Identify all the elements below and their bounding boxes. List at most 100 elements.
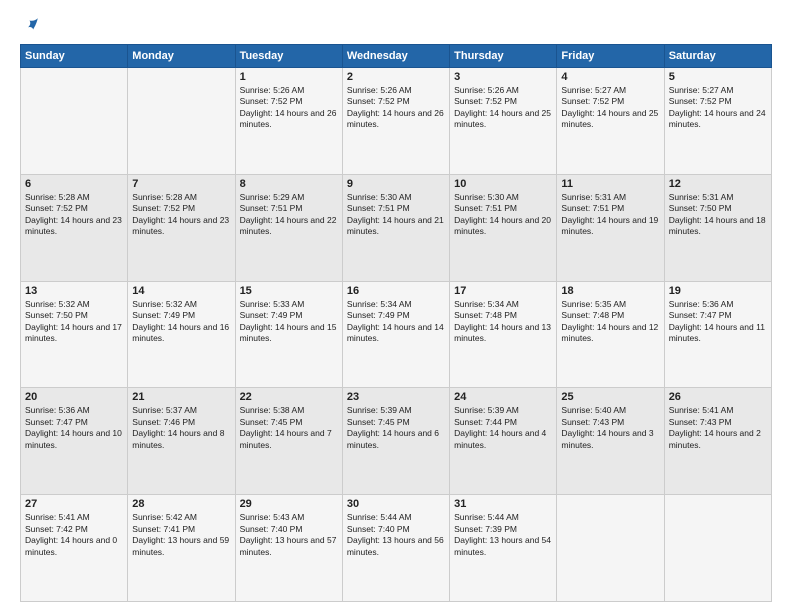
- calendar-cell: 20Sunrise: 5:36 AM Sunset: 7:47 PM Dayli…: [21, 388, 128, 495]
- calendar-cell: 3 Sunrise: 5:26 AM Sunset: 7:52 PM Daylig…: [450, 68, 557, 175]
- day-info: Sunrise: 5:34 AM Sunset: 7:48 PM Dayligh…: [454, 299, 552, 345]
- day-number: 30: [347, 498, 445, 510]
- day-info: Sunrise: 5:44 AM Sunset: 7:40 PM Dayligh…: [347, 512, 445, 558]
- calendar-cell: 21 Sunrise: 5:37 AM Sunset: 7:46 PM Dayli…: [128, 388, 235, 495]
- weekday-header-tuesday: Tuesday: [235, 45, 342, 68]
- day-number: 17: [454, 285, 552, 297]
- logo: [20, 16, 40, 34]
- day-number: 1: [240, 71, 338, 83]
- calendar-cell: 5 Sunrise: 5:27 AM Sunset: 7:52 PM Daylig…: [664, 68, 771, 175]
- day-info: Sunrise: 5:43 AM Sunset: 7:40 PM Dayligh…: [240, 512, 338, 558]
- weekday-header-saturday: Saturday: [664, 45, 771, 68]
- day-info: Sunrise: 5:40 AM Sunset: 7:43 PM Dayligh…: [561, 405, 659, 451]
- calendar-week-row: 1 Sunrise: 5:26 AM Sunset: 7:52 PM Daylig…: [21, 68, 772, 175]
- day-number: 9: [347, 178, 445, 190]
- calendar-cell: 2Sunrise: 5:26 AM Sunset: 7:52 PM Daylig…: [342, 68, 449, 175]
- weekday-header-monday: Monday: [128, 45, 235, 68]
- calendar-cell: 25 Sunrise: 5:40 AM Sunset: 7:43 PM Dayli…: [557, 388, 664, 495]
- day-info: Sunrise: 5:27 AM Sunset: 7:52 PM Dayligh…: [669, 85, 767, 131]
- weekday-header-sunday: Sunday: [21, 45, 128, 68]
- day-number: 29: [240, 498, 338, 510]
- day-info: Sunrise: 5:38 AM Sunset: 7:45 PM Dayligh…: [240, 405, 338, 451]
- calendar-cell: 26 Sunrise: 5:41 AM Sunset: 7:43 PM Dayli…: [664, 388, 771, 495]
- day-info: Sunrise: 5:33 AM Sunset: 7:49 PM Dayligh…: [240, 299, 338, 345]
- calendar-cell: 28Sunrise: 5:42 AM Sunset: 7:41 PM Dayli…: [128, 495, 235, 602]
- day-info: Sunrise: 5:26 AM Sunset: 7:52 PM Dayligh…: [347, 85, 445, 131]
- calendar-cell: 16 Sunrise: 5:34 AM Sunset: 7:49 PM Dayli…: [342, 281, 449, 388]
- day-number: 24: [454, 391, 552, 403]
- calendar-cell: 24 Sunrise: 5:39 AM Sunset: 7:44 PM Dayli…: [450, 388, 557, 495]
- day-number: 5: [669, 71, 767, 83]
- logo-bird-icon: [22, 16, 40, 34]
- calendar-cell: 7Sunrise: 5:28 AM Sunset: 7:52 PM Daylig…: [128, 174, 235, 281]
- calendar-table: SundayMondayTuesdayWednesdayThursdayFrid…: [20, 44, 772, 602]
- calendar-week-row: 27 Sunrise: 5:41 AM Sunset: 7:42 PM Dayli…: [21, 495, 772, 602]
- day-info: Sunrise: 5:44 AM Sunset: 7:39 PM Dayligh…: [454, 512, 552, 558]
- calendar-cell: 18Sunrise: 5:35 AM Sunset: 7:48 PM Dayli…: [557, 281, 664, 388]
- calendar-cell: 4Sunrise: 5:27 AM Sunset: 7:52 PM Daylig…: [557, 68, 664, 175]
- calendar-cell: [557, 495, 664, 602]
- calendar-week-row: 13 Sunrise: 5:32 AM Sunset: 7:50 PM Dayli…: [21, 281, 772, 388]
- day-info: Sunrise: 5:26 AM Sunset: 7:52 PM Dayligh…: [454, 85, 552, 131]
- day-number: 20: [25, 391, 123, 403]
- calendar-cell: 12 Sunrise: 5:31 AM Sunset: 7:50 PM Dayli…: [664, 174, 771, 281]
- calendar-week-row: 6 Sunrise: 5:28 AM Sunset: 7:52 PM Daylig…: [21, 174, 772, 281]
- day-number: 26: [669, 391, 767, 403]
- day-number: 12: [669, 178, 767, 190]
- calendar-cell: 17 Sunrise: 5:34 AM Sunset: 7:48 PM Dayli…: [450, 281, 557, 388]
- weekday-header-thursday: Thursday: [450, 45, 557, 68]
- calendar-cell: 23 Sunrise: 5:39 AM Sunset: 7:45 PM Dayli…: [342, 388, 449, 495]
- calendar-cell: 27 Sunrise: 5:41 AM Sunset: 7:42 PM Dayli…: [21, 495, 128, 602]
- day-info: Sunrise: 5:29 AM Sunset: 7:51 PM Dayligh…: [240, 192, 338, 238]
- day-number: 31: [454, 498, 552, 510]
- day-number: 21: [132, 391, 230, 403]
- calendar-cell: [664, 495, 771, 602]
- day-info: Sunrise: 5:28 AM Sunset: 7:52 PM Dayligh…: [25, 192, 123, 238]
- day-info: Sunrise: 5:31 AM Sunset: 7:50 PM Dayligh…: [669, 192, 767, 238]
- calendar-cell: 29 Sunrise: 5:43 AM Sunset: 7:40 PM Dayli…: [235, 495, 342, 602]
- day-info: Sunrise: 5:37 AM Sunset: 7:46 PM Dayligh…: [132, 405, 230, 451]
- day-number: 3: [454, 71, 552, 83]
- day-number: 27: [25, 498, 123, 510]
- day-info: Sunrise: 5:39 AM Sunset: 7:44 PM Dayligh…: [454, 405, 552, 451]
- calendar-cell: 15 Sunrise: 5:33 AM Sunset: 7:49 PM Dayli…: [235, 281, 342, 388]
- calendar-week-row: 20Sunrise: 5:36 AM Sunset: 7:47 PM Dayli…: [21, 388, 772, 495]
- day-info: Sunrise: 5:41 AM Sunset: 7:43 PM Dayligh…: [669, 405, 767, 451]
- day-number: 13: [25, 285, 123, 297]
- calendar-cell: 6 Sunrise: 5:28 AM Sunset: 7:52 PM Daylig…: [21, 174, 128, 281]
- day-info: Sunrise: 5:34 AM Sunset: 7:49 PM Dayligh…: [347, 299, 445, 345]
- day-info: Sunrise: 5:28 AM Sunset: 7:52 PM Dayligh…: [132, 192, 230, 238]
- calendar-cell: 22Sunrise: 5:38 AM Sunset: 7:45 PM Dayli…: [235, 388, 342, 495]
- day-info: Sunrise: 5:30 AM Sunset: 7:51 PM Dayligh…: [347, 192, 445, 238]
- calendar-cell: 13 Sunrise: 5:32 AM Sunset: 7:50 PM Dayli…: [21, 281, 128, 388]
- day-info: Sunrise: 5:36 AM Sunset: 7:47 PM Dayligh…: [669, 299, 767, 345]
- day-number: 4: [561, 71, 659, 83]
- weekday-header-friday: Friday: [557, 45, 664, 68]
- day-number: 8: [240, 178, 338, 190]
- calendar-cell: 31 Sunrise: 5:44 AM Sunset: 7:39 PM Dayli…: [450, 495, 557, 602]
- weekday-header-wednesday: Wednesday: [342, 45, 449, 68]
- calendar-cell: 9 Sunrise: 5:30 AM Sunset: 7:51 PM Daylig…: [342, 174, 449, 281]
- day-number: 23: [347, 391, 445, 403]
- calendar-cell: 30 Sunrise: 5:44 AM Sunset: 7:40 PM Dayli…: [342, 495, 449, 602]
- day-number: 15: [240, 285, 338, 297]
- calendar-cell: 8 Sunrise: 5:29 AM Sunset: 7:51 PM Daylig…: [235, 174, 342, 281]
- calendar-cell: [21, 68, 128, 175]
- day-info: Sunrise: 5:31 AM Sunset: 7:51 PM Dayligh…: [561, 192, 659, 238]
- calendar-cell: [128, 68, 235, 175]
- day-info: Sunrise: 5:32 AM Sunset: 7:49 PM Dayligh…: [132, 299, 230, 345]
- day-number: 11: [561, 178, 659, 190]
- day-number: 16: [347, 285, 445, 297]
- day-info: Sunrise: 5:35 AM Sunset: 7:48 PM Dayligh…: [561, 299, 659, 345]
- day-number: 25: [561, 391, 659, 403]
- day-number: 14: [132, 285, 230, 297]
- day-info: Sunrise: 5:39 AM Sunset: 7:45 PM Dayligh…: [347, 405, 445, 451]
- day-number: 19: [669, 285, 767, 297]
- day-number: 28: [132, 498, 230, 510]
- day-info: Sunrise: 5:32 AM Sunset: 7:50 PM Dayligh…: [25, 299, 123, 345]
- day-info: Sunrise: 5:41 AM Sunset: 7:42 PM Dayligh…: [25, 512, 123, 558]
- day-info: Sunrise: 5:30 AM Sunset: 7:51 PM Dayligh…: [454, 192, 552, 238]
- page-header: [20, 16, 772, 34]
- calendar-cell: 14 Sunrise: 5:32 AM Sunset: 7:49 PM Dayli…: [128, 281, 235, 388]
- day-number: 6: [25, 178, 123, 190]
